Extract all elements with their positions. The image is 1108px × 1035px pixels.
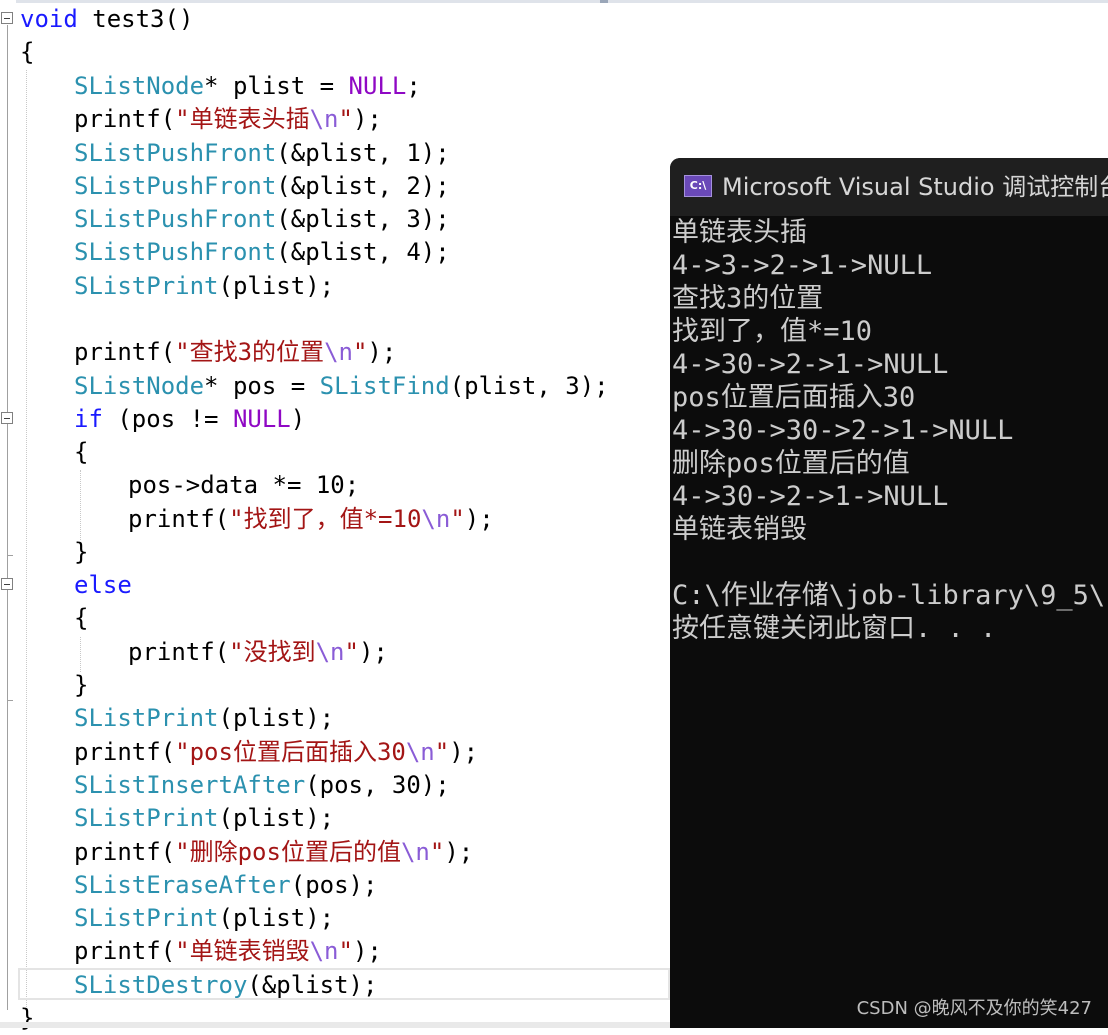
code-line[interactable]: printf("删除pos位置后的值\n"); (74, 836, 473, 869)
code-line[interactable]: SListPrint(plist); (74, 902, 334, 935)
code-line[interactable]: else (74, 569, 132, 602)
indent-guide (26, 70, 27, 1015)
console-line: 4->30->2->1->NULL (672, 349, 949, 380)
fold-guide-end (7, 700, 13, 701)
console-app-icon: C:\ (684, 175, 712, 197)
code-line[interactable]: SListPushFront(&plist, 3); (74, 203, 450, 236)
code-line[interactable]: void test3() (20, 3, 193, 36)
code-line[interactable]: printf("单链表销毁\n"); (74, 935, 382, 968)
code-line[interactable]: printf("pos位置后面插入30\n"); (74, 736, 478, 769)
console-title-bar[interactable]: C:\ Microsoft Visual Studio 调试控制台 (670, 158, 1108, 216)
code-line[interactable]: if (pos != NULL) (74, 403, 305, 436)
code-line[interactable]: SListInsertAfter(pos, 30); (74, 769, 450, 802)
console-output[interactable]: 单链表头插 4->3->2->1->NULL 查找3的位置 找到了，值*=10 … (672, 216, 1105, 645)
code-line[interactable]: SListNode* plist = NULL; (74, 70, 421, 103)
indent-guide (80, 470, 81, 540)
code-line[interactable]: SListDestroy(&plist); (74, 969, 377, 1002)
console-line: 删除pos位置后的值 (672, 448, 910, 479)
code-line[interactable]: printf("单链表头插\n"); (74, 103, 382, 136)
code-line[interactable]: { (20, 36, 34, 69)
console-line: 4->30->2->1->NULL (672, 481, 949, 512)
code-line[interactable]: SListPrint(plist); (74, 270, 334, 303)
console-line: 4->3->2->1->NULL (672, 250, 933, 281)
code-line[interactable]: printf("没找到\n"); (128, 636, 388, 669)
code-line[interactable]: } (20, 1002, 34, 1035)
code-line[interactable]: { (74, 436, 88, 469)
console-line: 查找3的位置 (672, 283, 824, 314)
editor-margin (0, 0, 16, 1028)
code-line[interactable]: SListPrint(plist); (74, 702, 334, 735)
debug-console-window[interactable]: C:\ Microsoft Visual Studio 调试控制台 单链表头插 … (670, 158, 1108, 1028)
fold-guide (7, 25, 8, 1010)
code-line[interactable]: SListPrint(plist); (74, 802, 334, 835)
collapse-else-block-icon[interactable] (1, 578, 13, 590)
watermark: CSDN @晚风不及你的笑427 (856, 998, 1092, 1019)
console-title: Microsoft Visual Studio 调试控制台 (722, 173, 1108, 201)
collapse-function-icon[interactable] (1, 12, 13, 24)
console-line: 单链表销毁 (672, 514, 807, 545)
console-line: C:\作业存储\job-library\9_5\ (672, 580, 1106, 611)
console-line: pos位置后面插入30 (672, 382, 916, 413)
console-line: 4->30->30->2->1->NULL (672, 415, 1014, 446)
code-line[interactable]: SListEraseAfter(pos); (74, 869, 377, 902)
code-line[interactable]: SListPushFront(&plist, 1); (74, 137, 450, 170)
code-line[interactable]: printf("查找3的位置\n"); (74, 336, 396, 369)
code-line[interactable]: { (74, 602, 88, 635)
console-line: 找到了，值*=10 (672, 316, 873, 347)
console-line: 单链表头插 (672, 217, 807, 248)
console-line: 按任意键关闭此窗口. . . (672, 613, 997, 644)
fold-guide-end (7, 555, 13, 556)
indent-guide (80, 637, 81, 672)
code-line[interactable]: } (74, 669, 88, 702)
code-line[interactable]: SListPushFront(&plist, 2); (74, 170, 450, 203)
code-line[interactable]: SListPushFront(&plist, 4); (74, 236, 450, 269)
collapse-if-block-icon[interactable] (1, 412, 13, 424)
code-line[interactable]: printf("找到了，值*=10\n"); (128, 503, 494, 536)
code-line[interactable]: } (74, 536, 88, 569)
code-line[interactable]: SListNode* pos = SListFind(plist, 3); (74, 370, 609, 403)
code-line[interactable]: pos->data *= 10; (128, 469, 359, 502)
